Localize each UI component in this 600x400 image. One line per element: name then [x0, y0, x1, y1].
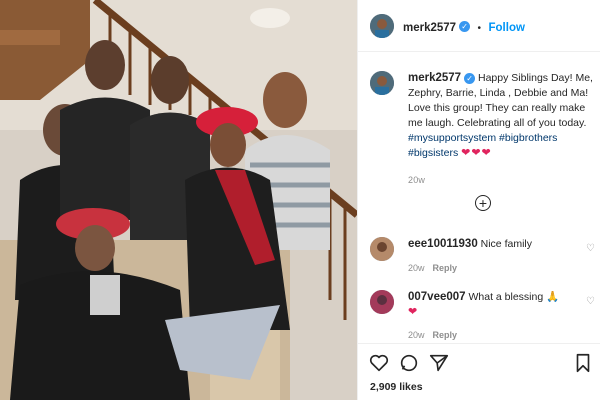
comment-meta: 20w Reply	[408, 261, 457, 276]
comment-avatar[interactable]	[370, 290, 394, 314]
reply-button[interactable]: Reply	[433, 263, 458, 273]
caption-avatar-image	[370, 71, 394, 95]
caption-timestamp: 20w	[408, 175, 426, 185]
comment-body: 007vee007 What a blessing 🙏 ❤	[408, 290, 583, 320]
hashtag-link[interactable]: #mysupportsystem	[408, 132, 496, 144]
likes-count[interactable]: 2,909 likes	[370, 381, 423, 393]
post-header: merk2577 ✓ • Follow	[358, 0, 600, 52]
add-comment-icon[interactable]: +	[475, 195, 491, 211]
comment-avatar[interactable]	[370, 237, 394, 261]
comment-avatar-image	[370, 237, 394, 261]
heart-emoji: ❤	[408, 306, 419, 318]
comment-item: 007vee007 What a blessing 🙏 ❤ ♡ 20w Reply	[370, 290, 595, 342]
post-actions-bar: 2,909 likes	[358, 343, 600, 400]
comment-avatar-image	[370, 290, 394, 314]
post-header-info: merk2577 ✓ • Follow	[403, 18, 525, 36]
comment-timestamp: 20w	[408, 330, 425, 340]
comment-username[interactable]: 007vee007	[408, 291, 466, 303]
verified-icon: ✓	[459, 21, 471, 33]
avatar[interactable]	[370, 14, 394, 38]
comment-text: What a blessing 🙏	[468, 291, 560, 303]
caption-avatar[interactable]	[370, 71, 394, 95]
family-photo-image	[0, 0, 357, 400]
separator-dot: •	[477, 23, 482, 34]
comment-username[interactable]: eee10011930	[408, 238, 478, 250]
comment-body: eee10011930 Nice family	[408, 237, 583, 252]
hashtag-link[interactable]: #bigsisters	[408, 147, 458, 159]
hashtag-link[interactable]: #bigbrothers	[499, 132, 557, 144]
verified-icon: ✓	[464, 72, 476, 84]
author-username[interactable]: merk2577	[403, 22, 456, 34]
heart-icon[interactable]	[368, 352, 390, 374]
share-icon[interactable]	[428, 352, 450, 374]
comment-like-heart-icon[interactable]: ♡	[586, 294, 595, 309]
comment-timestamp: 20w	[408, 263, 425, 273]
reply-button[interactable]: Reply	[433, 330, 458, 340]
comment-icon[interactable]	[398, 352, 420, 374]
comment-meta: 20w Reply	[408, 328, 457, 343]
avatar-image	[370, 14, 394, 38]
comment-item: eee10011930 Nice family ♡ 20w Reply	[370, 237, 595, 277]
post-photo	[0, 0, 357, 400]
comment-text: Nice family	[480, 238, 532, 250]
heart-emojis: ❤❤❤	[461, 147, 492, 159]
comment-like-heart-icon[interactable]: ♡	[586, 241, 595, 256]
follow-button[interactable]: Follow	[489, 22, 525, 34]
post-side-panel: merk2577 ✓ • Follow merk2577 ✓ Happy Sibli…	[357, 0, 600, 400]
caption-username[interactable]: merk2577	[408, 72, 461, 84]
post-caption: merk2577 ✓ Happy Siblings Day! Me, Zephry…	[408, 71, 594, 188]
bookmark-icon[interactable]	[572, 352, 594, 374]
